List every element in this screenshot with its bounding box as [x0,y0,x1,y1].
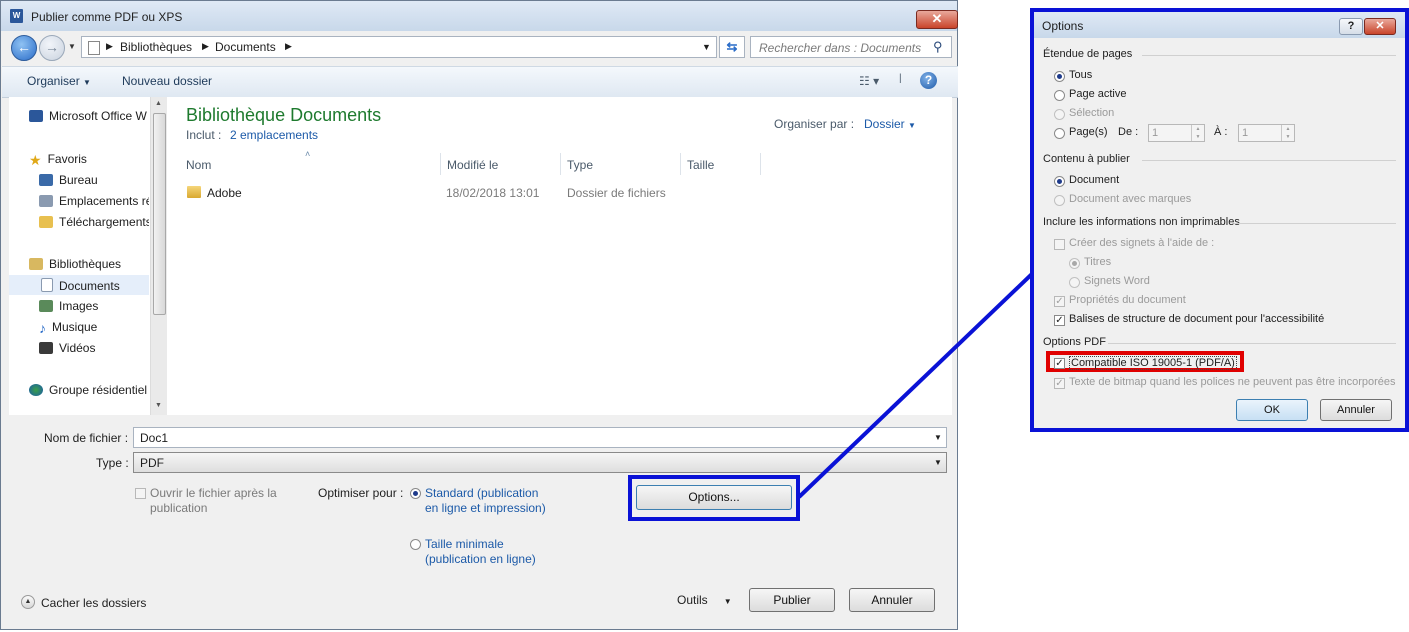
page-range-all-label[interactable]: Tous [1069,69,1092,81]
spinner-arrows-icon[interactable]: ▲ ▼ [1191,125,1204,141]
to-value: 1 [1242,127,1249,139]
bitmap-text-checkbox[interactable]: ✓ [1054,378,1065,389]
pdf-options-heading: Options PDF [1043,336,1106,348]
section-divider [1142,55,1396,56]
options-title-bar: Options ? ✕ [1034,12,1405,38]
publish-document-label[interactable]: Document [1069,174,1119,186]
page-range-selection-radio[interactable] [1054,109,1065,120]
publish-document-radio[interactable] [1054,176,1065,187]
struct-tags-label[interactable]: Balises de structure de document pour l'… [1069,313,1324,325]
options-ok-button[interactable]: OK [1236,399,1308,421]
page-range-selection-label: Sélection [1069,107,1115,119]
options-help-button[interactable]: ? [1339,18,1363,35]
bookmarks-checkbox[interactable] [1054,239,1065,250]
headings-label: Titres [1084,256,1112,268]
doc-properties-label: Propriétés du document [1069,294,1186,306]
page-range-pages-radio[interactable] [1054,128,1065,139]
page-range-current-label[interactable]: Page active [1069,88,1126,100]
options-cancel-button[interactable]: Annuler [1320,399,1392,421]
page-range-pages-label[interactable]: Page(s) [1069,126,1108,138]
options-dialog: Options ? ✕ Étendue de pages Tous Page a… [1030,8,1409,432]
page-range-heading: Étendue de pages [1043,48,1133,60]
from-spinner[interactable]: 1 ▲ ▼ [1148,124,1205,142]
to-spinner[interactable]: 1 ▲ ▼ [1238,124,1295,142]
options-title: Options [1042,19,1084,33]
section-divider [1142,160,1396,161]
spinner-arrows-icon[interactable]: ▲ ▼ [1281,125,1294,141]
help-icon: ? [1347,20,1355,32]
nonprint-heading: Inclure les informations non imprimables [1043,216,1240,228]
iso-label[interactable]: Compatible ISO 19005-1 (PDF/A) [1069,356,1237,370]
doc-properties-checkbox[interactable]: ✓ [1054,296,1065,307]
page-range-current-radio[interactable] [1054,90,1065,101]
options-close-button[interactable]: ✕ [1364,18,1396,35]
page-range-all-radio[interactable] [1054,71,1065,82]
from-value: 1 [1152,127,1159,139]
to-label: À : [1214,126,1228,138]
word-bookmarks-label: Signets Word [1084,275,1150,287]
iso-checkbox[interactable]: ✓ [1054,358,1065,369]
publish-what-heading: Contenu à publier [1043,153,1130,165]
callout-line [797,270,1036,499]
close-icon: ✕ [1375,20,1385,32]
from-label: De : [1118,126,1139,138]
bookmarks-label: Créer des signets à l'aide de : [1069,237,1215,249]
struct-tags-checkbox[interactable]: ✓ [1054,315,1065,326]
word-bookmarks-radio[interactable] [1069,277,1080,288]
publish-markup-radio[interactable] [1054,195,1065,206]
bitmap-text-label: Texte de bitmap quand les polices ne peu… [1069,376,1396,388]
section-divider [1234,223,1396,224]
publish-markup-label: Document avec marques [1069,193,1192,205]
section-divider [1108,343,1396,344]
headings-radio[interactable] [1069,258,1080,269]
